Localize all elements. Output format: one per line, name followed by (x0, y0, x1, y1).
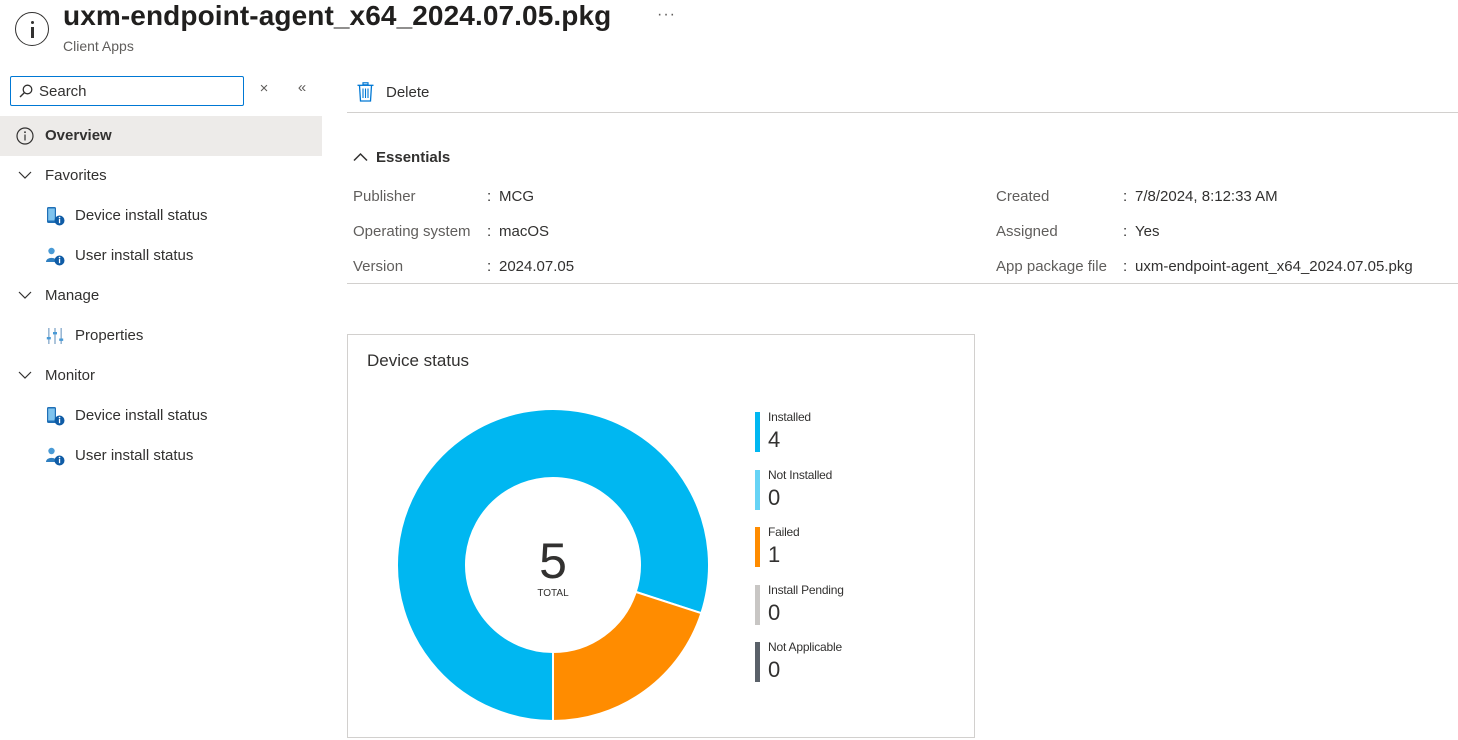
more-options-button[interactable]: ··· (657, 6, 676, 24)
created-value: 7/8/2024, 8:12:33 AM (1135, 188, 1278, 205)
device-status-card[interactable]: Device status 5 TOTAL Installed 4 Not In… (347, 334, 975, 738)
publisher-value: MCG (499, 188, 534, 205)
sidebar-item-user-install-status[interactable]: User install status (0, 436, 322, 476)
sidebar-item-label: User install status (75, 447, 194, 464)
publisher-label: Publisher (353, 188, 416, 205)
sidebar: × « Overview Favorites Device install st… (0, 62, 322, 740)
trash-icon (357, 82, 374, 102)
legend-item-not-applicable[interactable]: Not Applicable 0 (755, 640, 905, 684)
device-status-icon (47, 407, 65, 426)
card-title: Device status (367, 351, 470, 370)
page-title: uxm-endpoint-agent_x64_2024.07.05.pkg (63, 0, 612, 31)
clear-search-button[interactable]: × (256, 80, 272, 100)
legend-item-not-installed[interactable]: Not Installed 0 (755, 468, 905, 512)
divider (347, 283, 1458, 284)
version-label: Version (353, 258, 404, 275)
sidebar-item-device-install-status[interactable]: Device install status (0, 396, 322, 436)
legend-swatch (755, 585, 760, 625)
sidebar-item-label: Favorites (45, 167, 107, 184)
created-label: Created (996, 188, 1050, 205)
sidebar-item-label: Properties (75, 327, 144, 344)
sidebar-group-favorites[interactable]: Favorites (0, 156, 322, 196)
properties-icon (46, 328, 64, 344)
legend-item-installed[interactable]: Installed 4 (755, 410, 905, 454)
sidebar-item-label: Overview (45, 127, 112, 144)
chevron-down-icon (18, 371, 32, 379)
legend-swatch (755, 470, 760, 510)
legend-value: 0 (768, 485, 781, 510)
delete-button[interactable]: Delete (357, 80, 429, 104)
user-status-icon (46, 247, 65, 266)
operating-system-label: Operating system (353, 223, 471, 240)
legend-name: Install Pending (768, 583, 844, 597)
chevron-down-icon (18, 291, 32, 299)
colon: : (1123, 188, 1128, 205)
search-box[interactable] (10, 76, 244, 106)
user-status-icon (46, 447, 65, 466)
collapse-sidebar-button[interactable]: « (293, 79, 311, 99)
sidebar-item-label: User install status (75, 247, 194, 264)
donut-slice-failed[interactable] (552, 590, 703, 723)
legend-name: Not Installed (768, 468, 833, 482)
legend-swatch (755, 412, 760, 452)
colon: : (1123, 258, 1128, 275)
donut-chart[interactable]: 5 TOTAL (396, 408, 710, 723)
assigned-value: Yes (1135, 223, 1160, 240)
legend-item-install-pending[interactable]: Install Pending 0 (755, 583, 905, 627)
operating-system-value: macOS (499, 223, 550, 240)
assigned-label: Assigned (996, 223, 1058, 240)
legend-value: 4 (768, 427, 781, 452)
info-icon (15, 12, 49, 46)
search-icon (19, 84, 33, 98)
chevron-down-icon (18, 171, 32, 179)
total-label: TOTAL (537, 588, 569, 599)
search-input[interactable] (39, 80, 239, 102)
colon: : (487, 188, 492, 205)
sidebar-item-overview[interactable]: Overview (0, 116, 322, 156)
legend-item-failed[interactable]: Failed 1 (755, 525, 905, 569)
sidebar-item-label: Device install status (75, 407, 208, 424)
app-package-file-value: uxm-endpoint-agent_x64_2024.07.05.pkg (1135, 258, 1413, 275)
device-status-icon (47, 207, 65, 226)
sidebar-item-properties[interactable]: Properties (0, 316, 322, 356)
info-icon (16, 127, 34, 145)
command-bar: Delete (347, 70, 1458, 113)
sidebar-group-monitor[interactable]: Monitor (0, 356, 322, 396)
page-subtitle: Client Apps (63, 38, 134, 54)
essentials-heading: Essentials (376, 148, 451, 166)
colon: : (487, 258, 492, 275)
app-package-file-label: App package file (996, 258, 1107, 275)
sidebar-group-manage[interactable]: Manage (0, 276, 322, 316)
sidebar-item-label: Device install status (75, 207, 208, 224)
colon: : (487, 223, 492, 240)
sidebar-item-user-install-status[interactable]: User install status (0, 236, 322, 276)
essentials-toggle[interactable]: Essentials (353, 146, 450, 168)
legend-name: Failed (768, 525, 800, 539)
delete-label: Delete (386, 83, 430, 101)
version-value: 2024.07.05 (499, 258, 575, 275)
total-count: 5 (539, 533, 567, 589)
legend-name: Installed (768, 410, 811, 424)
sidebar-item-label: Monitor (45, 367, 96, 384)
sidebar-item-label: Manage (45, 287, 100, 304)
legend-value: 0 (768, 600, 781, 625)
legend-swatch (755, 642, 760, 682)
colon: : (1123, 223, 1128, 240)
legend-swatch (755, 527, 760, 567)
chevron-up-icon (353, 152, 368, 162)
legend-name: Not Applicable (768, 640, 842, 654)
legend-value: 1 (768, 542, 781, 567)
page-header: uxm-endpoint-agent_x64_2024.07.05.pkg Cl… (0, 0, 1458, 62)
legend-value: 0 (768, 657, 781, 682)
sidebar-item-device-install-status[interactable]: Device install status (0, 196, 322, 236)
